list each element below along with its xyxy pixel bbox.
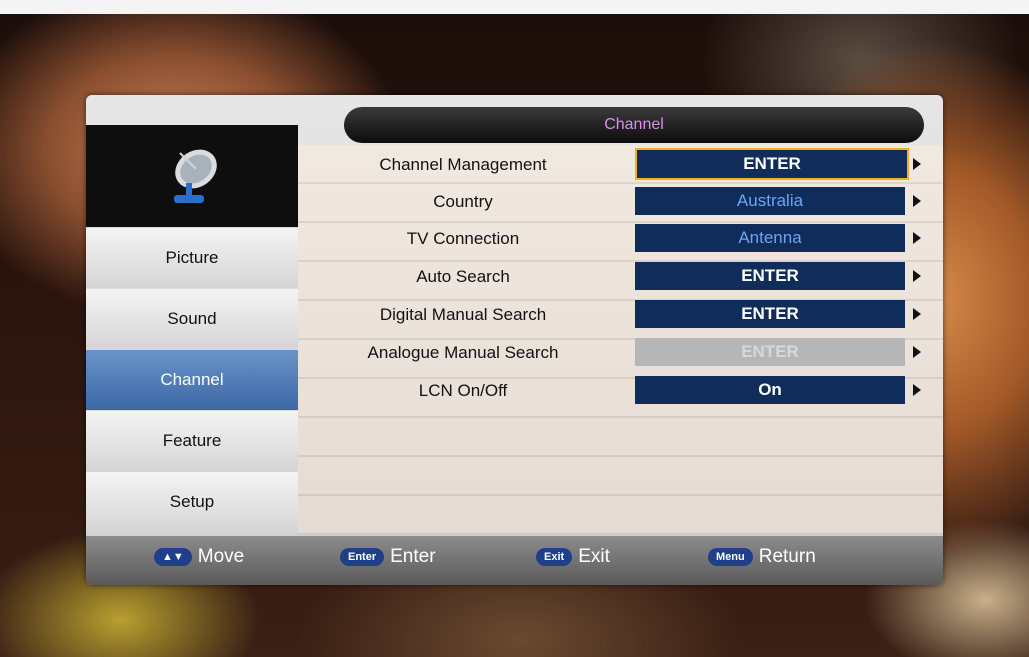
enter-key-icon: Enter bbox=[340, 548, 385, 566]
hint-exit: Exit Exit bbox=[536, 546, 610, 568]
menu-title-bar: Channel bbox=[344, 107, 924, 143]
chevron-right-icon bbox=[913, 232, 921, 244]
screen-top-band bbox=[0, 0, 1029, 14]
setting-row-digital-manual-search[interactable]: Digital Manual Search ENTER bbox=[298, 297, 943, 333]
updown-key-icon: ▲▼ bbox=[154, 548, 192, 566]
sidebar-item-label: Sound bbox=[167, 309, 217, 328]
chevron-right-icon bbox=[913, 308, 921, 320]
hint-move: ▲▼ Move bbox=[154, 546, 244, 568]
sidebar-item-label: Channel bbox=[160, 370, 224, 389]
setting-row-analogue-manual-search[interactable]: Analogue Manual Search ENTER bbox=[298, 335, 943, 371]
hint-return: Menu Return bbox=[708, 546, 816, 568]
setting-row-country[interactable]: Country Australia bbox=[298, 184, 943, 220]
chevron-right-icon bbox=[913, 158, 921, 170]
setting-value-button[interactable]: ENTER bbox=[635, 300, 905, 328]
hint-enter: Enter Enter bbox=[340, 546, 436, 568]
setting-value-select[interactable]: On bbox=[635, 376, 905, 404]
hint-label: Enter bbox=[390, 546, 436, 567]
osd-menu: Channel Picture Sound Channel Feature Se… bbox=[86, 95, 943, 585]
hint-label: Exit bbox=[578, 546, 610, 567]
sidebar-item-feature[interactable]: Feature bbox=[86, 411, 298, 471]
setting-row-auto-search[interactable]: Auto Search ENTER bbox=[298, 259, 943, 295]
hint-label: Return bbox=[758, 546, 816, 567]
sidebar-item-label: Picture bbox=[165, 248, 219, 267]
setting-value-button[interactable]: ENTER bbox=[635, 262, 905, 290]
menu-key-icon: Menu bbox=[708, 548, 753, 566]
setting-label: Analogue Manual Search bbox=[367, 343, 559, 362]
setting-label: Channel Management bbox=[379, 155, 547, 174]
sidebar-item-channel[interactable]: Channel bbox=[86, 350, 298, 410]
setting-label: Auto Search bbox=[416, 267, 510, 286]
satellite-dish-icon bbox=[174, 149, 217, 203]
setting-row-channel-management[interactable]: Channel Management ENTER bbox=[298, 147, 943, 183]
settings-list: Channel Management ENTER Country Austral… bbox=[298, 145, 943, 535]
setting-label: Country bbox=[433, 192, 493, 211]
setting-value-button[interactable]: ENTER bbox=[635, 148, 909, 180]
sidebar-item-sound[interactable]: Sound bbox=[86, 289, 298, 349]
setting-row-tv-connection[interactable]: TV Connection Antenna bbox=[298, 221, 943, 257]
setting-label: LCN On/Off bbox=[418, 381, 508, 400]
sidebar-item-label: Setup bbox=[169, 492, 215, 511]
setting-label: TV Connection bbox=[406, 229, 520, 248]
setting-value-select[interactable]: Antenna bbox=[635, 224, 905, 252]
setting-label: Digital Manual Search bbox=[379, 305, 547, 324]
sidebar-item-picture[interactable]: Picture bbox=[86, 228, 298, 288]
exit-key-icon: Exit bbox=[536, 548, 573, 566]
setting-value-select[interactable]: Australia bbox=[635, 187, 905, 215]
setting-value-button[interactable]: ENTER bbox=[635, 338, 905, 366]
category-sidebar: Picture Sound Channel Feature Setup bbox=[86, 228, 298, 533]
chevron-right-icon bbox=[913, 346, 921, 358]
hint-label: Move bbox=[197, 546, 245, 567]
category-icon-tile bbox=[86, 125, 298, 227]
setting-row-lcn[interactable]: LCN On/Off On bbox=[298, 373, 943, 409]
chevron-right-icon bbox=[913, 195, 921, 207]
key-hint-bar: ▲▼ Move Enter Enter Exit Exit Menu Retur… bbox=[86, 536, 943, 585]
sidebar-item-setup[interactable]: Setup bbox=[86, 472, 298, 532]
sidebar-item-label: Feature bbox=[162, 431, 222, 450]
menu-title: Channel bbox=[604, 116, 664, 133]
chevron-right-icon bbox=[913, 384, 921, 396]
chevron-right-icon bbox=[913, 270, 921, 282]
